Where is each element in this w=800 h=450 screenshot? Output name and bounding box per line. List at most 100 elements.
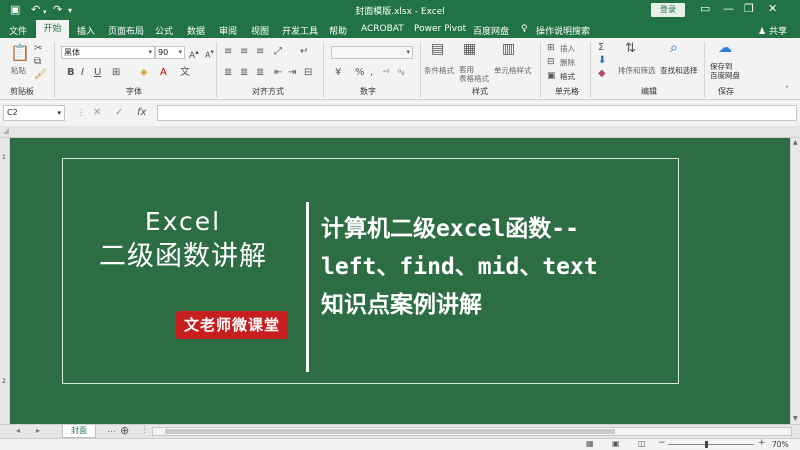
format-cells-icon[interactable]: ▣ <box>547 70 556 82</box>
font-size-select[interactable]: 90 ▾ <box>155 46 185 59</box>
accounting-icon[interactable]: ¥ <box>335 67 341 79</box>
align-bottom-icon[interactable]: ≡ <box>256 46 264 58</box>
phonetic-icon[interactable]: 文 <box>180 67 190 79</box>
zoom-level[interactable]: 70% <box>772 440 789 449</box>
insert-function-icon[interactable]: fx <box>137 107 146 119</box>
collapse-ribbon-icon[interactable]: ˄ <box>785 84 789 96</box>
find-icon[interactable]: ⌕ <box>670 41 678 55</box>
paste-label[interactable]: 粘贴 <box>11 65 26 76</box>
format-table-icon[interactable]: ▦ <box>463 42 476 56</box>
formula-input[interactable] <box>157 105 797 121</box>
align-center-icon[interactable]: ≣ <box>240 67 248 79</box>
format-table-label[interactable]: 套用 表格格式 <box>459 65 489 83</box>
fill-icon[interactable]: ⬇ <box>598 55 606 67</box>
font-name-select[interactable]: 黑体 ▾ <box>61 46 155 59</box>
row-number[interactable]: 1 <box>2 154 6 161</box>
tell-me-search[interactable]: 操作说明搜索 <box>536 24 590 37</box>
format-cells-label[interactable]: 格式 <box>560 71 575 82</box>
tab-home[interactable]: 开始 <box>36 20 69 38</box>
tab-insert[interactable]: 插入 <box>77 24 95 37</box>
decrease-font-icon[interactable]: A▾ <box>205 46 214 62</box>
scroll-right-icon[interactable]: ▸ <box>36 426 40 435</box>
fill-color-icon[interactable]: ◈ <box>140 67 148 79</box>
zoom-slider[interactable] <box>668 444 754 445</box>
tab-baidu[interactable]: 百度网盘 <box>473 24 509 37</box>
more-sheets-icon[interactable]: … <box>107 425 116 435</box>
cut-icon[interactable]: ✂ <box>34 43 42 55</box>
sort-filter-icon[interactable]: ⇅ <box>625 42 636 55</box>
share-button[interactable]: ♟ 共享 <box>758 24 787 37</box>
number-format-select[interactable]: ▾ <box>331 46 413 59</box>
name-box[interactable]: C2 ▾ <box>3 105 65 121</box>
align-top-icon[interactable]: ≡ <box>224 46 232 58</box>
delete-cells-label[interactable]: 删除 <box>560 57 575 68</box>
page-layout-view-icon[interactable]: ▣ <box>612 439 620 448</box>
vertical-scrollbar[interactable]: ▲ ▼ <box>790 138 800 425</box>
scroll-up-icon[interactable]: ▲ <box>793 139 798 146</box>
tab-review[interactable]: 审阅 <box>219 24 237 37</box>
login-button[interactable]: 登录 <box>651 3 685 17</box>
delete-cells-icon[interactable]: ⊟ <box>547 56 555 68</box>
conditional-format-icon[interactable]: ▤ <box>431 42 444 56</box>
tab-formulas[interactable]: 公式 <box>155 24 173 37</box>
border-icon[interactable]: ⊞ <box>112 67 120 79</box>
italic-button[interactable]: I <box>81 67 84 79</box>
minimize-icon[interactable]: — <box>723 2 734 15</box>
scroll-left-icon[interactable]: ◂ <box>16 426 20 435</box>
paste-icon[interactable]: 📋 <box>10 44 30 62</box>
align-right-icon[interactable]: ≣ <box>256 67 264 79</box>
bold-button[interactable]: B <box>67 67 75 79</box>
enter-icon[interactable]: ✓ <box>115 107 123 119</box>
row-number[interactable]: 2 <box>2 378 6 385</box>
restore-icon[interactable]: ❐ <box>744 2 754 15</box>
copy-icon[interactable]: ⧉ <box>34 56 41 68</box>
find-select-label[interactable]: 查找和选择 <box>660 65 698 76</box>
scroll-thumb[interactable] <box>165 429 615 434</box>
decrease-decimal-icon[interactable]: ⁰₀ <box>398 67 404 79</box>
zoom-out-icon[interactable]: − <box>658 438 666 448</box>
autosum-icon[interactable]: Σ <box>598 42 604 54</box>
wrap-text-icon[interactable]: ↵ <box>300 46 308 58</box>
sheet-canvas[interactable]: Excel 二级函数讲解 文老师微课堂 计算机二级excel函数-- left、… <box>10 138 800 425</box>
conditional-format-label[interactable]: 条件格式 <box>424 65 454 76</box>
tab-developer[interactable]: 开发工具 <box>282 24 318 37</box>
align-middle-icon[interactable]: ≡ <box>240 46 248 58</box>
align-left-icon[interactable]: ≣ <box>224 67 232 79</box>
tab-help[interactable]: 帮助 <box>329 24 347 37</box>
orientation-icon[interactable]: ⤢ <box>274 46 282 58</box>
indent-decrease-icon[interactable]: ⇤ <box>274 67 282 79</box>
clear-icon[interactable]: ◆ <box>598 68 606 80</box>
tab-data[interactable]: 数据 <box>187 24 205 37</box>
tab-view[interactable]: 视图 <box>251 24 269 37</box>
tab-page-layout[interactable]: 页面布局 <box>108 24 144 37</box>
scroll-down-icon[interactable]: ▼ <box>793 415 798 422</box>
tab-power-pivot[interactable]: Power Pivot <box>414 24 466 34</box>
save-baidu-label[interactable]: 保存到 百度网盘 <box>710 62 740 80</box>
zoom-slider-knob[interactable] <box>705 441 708 448</box>
insert-cells-icon[interactable]: ⊞ <box>547 42 555 54</box>
cell-styles-icon[interactable]: ▥ <box>502 42 515 56</box>
tab-acrobat[interactable]: ACROBAT <box>361 24 404 34</box>
zoom-in-icon[interactable]: + <box>758 438 766 448</box>
cell-styles-label[interactable]: 单元格样式 <box>494 65 532 76</box>
format-painter-icon[interactable]: 🖌 <box>34 69 47 81</box>
underline-button[interactable]: U <box>94 67 101 79</box>
cancel-icon[interactable]: ✕ <box>93 107 101 119</box>
baidu-cloud-icon[interactable]: ☁ <box>718 41 732 55</box>
close-icon[interactable]: ✕ <box>768 2 777 15</box>
page-break-view-icon[interactable]: ◫ <box>638 439 646 448</box>
sheet-tab[interactable]: 封面 <box>62 425 96 438</box>
tab-file[interactable]: 文件 <box>9 24 27 37</box>
indent-increase-icon[interactable]: ⇥ <box>288 67 296 79</box>
splitter-icon[interactable]: ⋮ <box>140 425 149 435</box>
comma-icon[interactable]: , <box>370 67 373 79</box>
add-sheet-icon[interactable]: ⊕ <box>120 424 129 437</box>
normal-view-icon[interactable]: ▦ <box>586 439 594 448</box>
font-color-icon[interactable]: A <box>160 67 167 79</box>
increase-decimal-icon[interactable]: ⁺⁰ <box>382 67 389 79</box>
increase-font-icon[interactable]: A▴ <box>189 46 199 62</box>
sort-filter-label[interactable]: 排序和筛选 <box>618 65 656 76</box>
horizontal-scrollbar[interactable] <box>152 427 792 436</box>
insert-cells-label[interactable]: 插入 <box>560 43 575 54</box>
select-all-icon[interactable] <box>3 128 9 134</box>
